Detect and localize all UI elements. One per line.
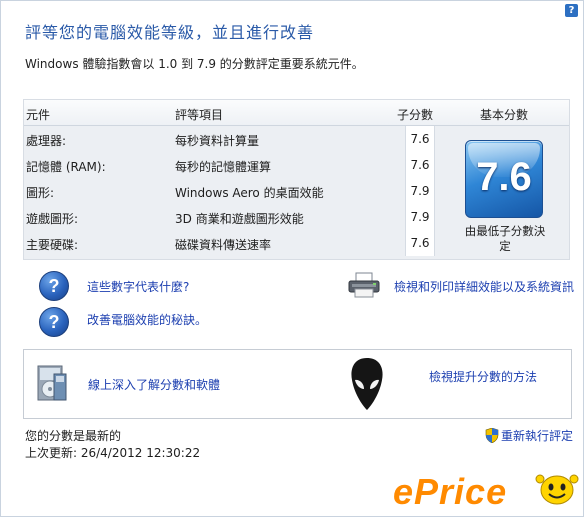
subscore-value: 7.9 <box>405 204 435 230</box>
component-label: 遊戲圖形: <box>26 212 79 226</box>
base-score-value: 7.6 <box>476 155 532 199</box>
column-header-rating: 評等項目 <box>175 108 224 122</box>
question-icon[interactable]: ? <box>39 271 69 301</box>
performance-window: ? 評等您的電腦效能等級，並且進行改善 Windows 體驗指數會以 1.0 到… <box>0 0 584 517</box>
promo-box: 線上深入了解分數和軟體 檢視提升分數的方法 <box>23 349 572 419</box>
component-label: 圖形: <box>26 186 55 200</box>
table-row: 記憶體 (RAM): 每秒的記憶體運算 7.6 <box>24 152 454 178</box>
rating-label: 3D 商業和遊戲圖形效能 <box>175 212 304 226</box>
score-status: 您的分數是最新的 <box>25 429 122 443</box>
rating-label: 每秒的記憶體運算 <box>175 160 272 174</box>
table-row: 主要硬碟: 磁碟資料傳送速率 7.6 <box>24 230 454 256</box>
table-row: 圖形: Windows Aero 的桌面效能 7.9 <box>24 178 454 204</box>
printer-icon[interactable] <box>347 272 381 298</box>
page-subtitle: Windows 體驗指數會以 1.0 到 7.9 的分數評定重要系統元件。 <box>25 57 364 71</box>
component-label: 記憶體 (RAM): <box>26 160 106 174</box>
page-title: 評等您的電腦效能等級，並且進行改善 <box>25 23 315 42</box>
help-icon[interactable]: ? <box>565 4 578 17</box>
eprice-watermark: ePrice <box>393 471 508 512</box>
last-updated: 上次更新: 26/4/2012 12:30:22 <box>25 446 201 460</box>
alienware-logo-icon[interactable] <box>349 356 385 412</box>
table-row: 遊戲圖形: 3D 商業和遊戲圖形效能 7.9 <box>24 204 454 230</box>
rating-label: Windows Aero 的桌面效能 <box>175 186 324 200</box>
rerun-label: 重新執行評定 <box>501 429 574 443</box>
question-icon[interactable]: ? <box>39 307 69 337</box>
component-label: 主要硬碟: <box>26 238 79 252</box>
table-header: 元件 評等項目 子分數 基本分數 <box>24 100 569 126</box>
subscore-value: 7.6 <box>405 126 435 152</box>
column-header-subscore: 子分數 <box>397 108 434 122</box>
link-what-numbers-mean[interactable]: 這些數字代表什麼? <box>87 278 189 295</box>
subscore-value: 7.9 <box>405 178 435 204</box>
base-score-caption-line2: 定 <box>499 239 511 253</box>
column-header-component: 元件 <box>26 108 51 122</box>
subscore-value: 7.6 <box>405 230 435 256</box>
subscore-value: 7.6 <box>405 152 435 178</box>
rating-label: 磁碟資料傳送速率 <box>175 238 272 252</box>
uac-shield-icon <box>485 428 499 443</box>
score-table: 元件 評等項目 子分數 基本分數 處理器: 每秒資料計算量 7.6 記憶體 (R… <box>23 99 570 260</box>
link-print-details[interactable]: 檢視和列印詳細效能以及系統資訊 <box>394 278 574 295</box>
link-improve-tips[interactable]: 改善電腦效能的秘訣。 <box>87 311 207 328</box>
smiley-watermark-icon <box>535 474 579 505</box>
base-score-badge: 7.6 <box>465 140 543 218</box>
component-label: 處理器: <box>26 134 67 148</box>
link-view-raise[interactable]: 檢視提升分數的方法 <box>429 368 537 385</box>
link-learn-online[interactable]: 線上深入了解分數和軟體 <box>88 376 220 393</box>
base-score-panel: 7.6 由最低子分數決 定 <box>455 126 569 259</box>
base-score-caption-line1: 由最低子分數決 <box>464 224 546 238</box>
table-row: 處理器: 每秒資料計算量 7.6 <box>24 126 454 152</box>
column-header-base-score: 基本分數 <box>480 108 529 122</box>
base-score-caption: 由最低子分數決 定 <box>455 224 555 254</box>
table-body: 處理器: 每秒資料計算量 7.6 記憶體 (RAM): 每秒的記憶體運算 7.6… <box>24 126 569 259</box>
software-box-icon[interactable] <box>34 362 70 406</box>
rating-label: 每秒資料計算量 <box>175 134 260 148</box>
